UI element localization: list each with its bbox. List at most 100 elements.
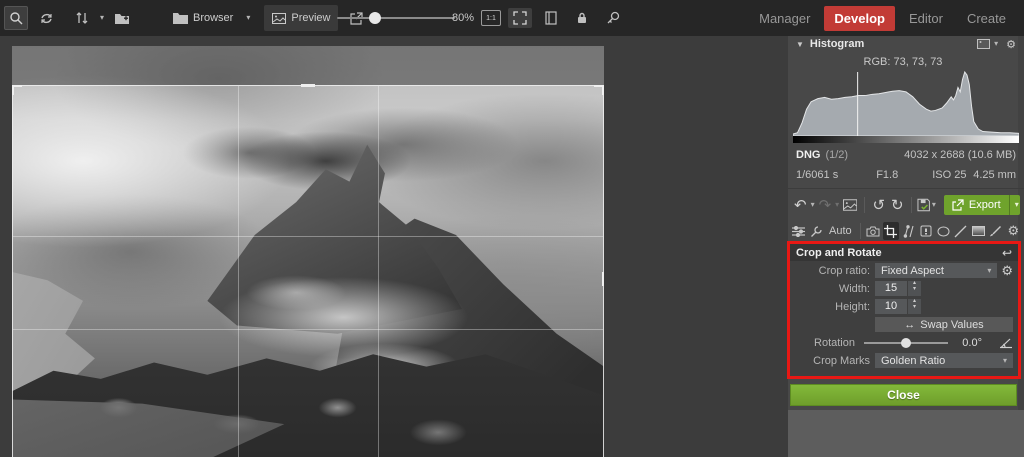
fit-screen-icon[interactable] (508, 8, 532, 28)
zoom-level-value: 80% (452, 12, 474, 24)
histogram-header[interactable]: ▼ Histogram ▾ ⚙ (788, 36, 1024, 52)
preview-tab[interactable]: Preview (264, 5, 338, 31)
crop-marks-select[interactable]: Golden Ratio ▾ (875, 353, 1013, 368)
chevron-down-icon: ▾ (987, 267, 991, 275)
file-format: DNG (796, 149, 820, 161)
rotation-slider[interactable] (864, 342, 948, 344)
preview-label: Preview (291, 12, 330, 24)
browser-tab[interactable]: Browser ▾ (165, 5, 258, 31)
crop-gridline-vertical-2 (378, 86, 379, 457)
height-stepper[interactable]: ▴ ▾ (908, 299, 921, 314)
tab-manager[interactable]: Manager (749, 6, 820, 31)
zoom-slider-handle[interactable] (369, 12, 381, 24)
width-row: Width: 15 ▴ ▾ (790, 280, 1018, 297)
iso: ISO 25 (932, 169, 966, 181)
collapse-triangle-icon[interactable]: ▼ (796, 40, 804, 49)
chevron-down-icon[interactable]: ▾ (835, 201, 839, 209)
crop-handle-right-middle[interactable] (602, 272, 604, 286)
linear-filter-icon[interactable] (953, 222, 969, 240)
histogram-graph (793, 70, 1019, 136)
chevron-down-icon[interactable]: ▾ (932, 201, 936, 209)
rotation-label: Rotation (790, 337, 860, 349)
caret-down-icon[interactable]: ▾ (913, 307, 916, 313)
rotation-value: 0.0° (952, 337, 982, 349)
crop-box[interactable] (12, 85, 604, 457)
crop-outside-dim (12, 46, 604, 85)
export-button[interactable]: Export ▾ (944, 195, 1020, 215)
swap-icon: ↔ (904, 319, 915, 331)
zoom-slider[interactable] (337, 17, 455, 19)
histogram-display-icon[interactable] (977, 39, 990, 49)
compare-icon[interactable] (843, 199, 857, 211)
crop-panel-title: Crop and Rotate (796, 247, 882, 259)
crop-handle-top-center[interactable] (301, 84, 315, 87)
crop-gridline-vertical-1 (238, 86, 239, 457)
layout-icon[interactable] (539, 6, 563, 30)
save-icon[interactable] (917, 198, 930, 212)
frame-tool-icon[interactable] (918, 222, 934, 240)
export-options-caret[interactable]: ▾ (1009, 195, 1020, 215)
chevron-down-icon[interactable]: ▾ (246, 14, 250, 22)
rotate-left-icon[interactable]: ↺ (870, 198, 887, 213)
one-to-one-icon[interactable]: 1:1 (481, 10, 501, 26)
brush-tool-icon[interactable] (988, 222, 1004, 240)
develop-side-panel: ▼ Histogram ▾ ⚙ RGB: 73, 73, 73 DNG (1/2… (788, 36, 1024, 457)
camera-tool-icon[interactable] (866, 222, 882, 240)
chevron-down-icon[interactable]: ▾ (994, 40, 998, 48)
crop-handle-top-right[interactable] (602, 85, 604, 95)
rotation-slider-handle[interactable] (901, 338, 911, 348)
width-stepper[interactable]: ▴ ▾ (908, 281, 921, 296)
crop-ratio-settings-icon[interactable]: ⚙ (1001, 263, 1013, 279)
lock-icon[interactable] (570, 6, 594, 30)
straighten-tool-icon[interactable] (901, 222, 917, 240)
adjustments-icon[interactable] (791, 222, 807, 240)
file-dimensions: 4032 x 2688 (10.6 MB) (904, 149, 1016, 161)
crop-ratio-select[interactable]: Fixed Aspect ▾ (875, 263, 997, 278)
crop-handle-top-left[interactable] (12, 85, 14, 95)
width-label: Width: (790, 283, 875, 295)
crop-panel-titlebar: Crop and Rotate ↩ (790, 244, 1018, 261)
crop-marks-value: Golden Ratio (881, 355, 945, 367)
zoom-tool-icon[interactable] (4, 6, 28, 30)
tool-settings-icon[interactable]: ⚙ (1006, 222, 1022, 240)
chevron-down-icon[interactable]: ▾ (100, 14, 104, 22)
crop-marks-label: Crop Marks (790, 355, 875, 367)
swap-row: ↔ Swap Values (790, 316, 1018, 333)
crop-ratio-value: Fixed Aspect (881, 265, 944, 277)
tone-gradient-bar (793, 136, 1019, 143)
tab-create[interactable]: Create (957, 6, 1016, 31)
tab-editor[interactable]: Editor (899, 6, 953, 31)
sort-icon[interactable] (70, 6, 94, 30)
crop-and-rotate-panel: Crop and Rotate ↩ Crop ratio: Fixed Aspe… (787, 241, 1021, 379)
photo-preview[interactable] (12, 46, 604, 457)
crop-ratio-row: Crop ratio: Fixed Aspect ▾ ⚙ (790, 262, 1018, 279)
radial-filter-icon[interactable] (936, 222, 952, 240)
histogram-settings-icon[interactable]: ⚙ (1006, 38, 1016, 51)
rgb-readout: RGB: 73, 73, 73 (788, 56, 1018, 68)
gradient-filter-icon[interactable] (971, 222, 987, 240)
tab-develop[interactable]: Develop (824, 6, 895, 31)
level-tool-icon[interactable] (999, 337, 1013, 349)
undo-icon[interactable]: ↶ (792, 198, 809, 213)
folder-icon (173, 12, 188, 24)
close-button[interactable]: Close (790, 384, 1017, 406)
focal-length: 4.25 mm (973, 169, 1016, 181)
width-input[interactable]: 15 (875, 281, 907, 296)
swap-values-button[interactable]: ↔ Swap Values (875, 317, 1013, 332)
panel-footer (788, 410, 1024, 457)
caret-down-icon[interactable]: ▾ (913, 289, 916, 295)
rotate-right-icon[interactable]: ↻ (889, 198, 906, 213)
refresh-icon[interactable] (34, 6, 58, 30)
redo-icon[interactable]: ↷ (817, 198, 834, 213)
auto-button[interactable]: Auto (826, 225, 855, 237)
height-input[interactable]: 10 (875, 299, 907, 314)
browser-label: Browser (193, 12, 233, 24)
chevron-down-icon[interactable]: ▾ (811, 201, 815, 209)
reset-return-icon[interactable]: ↩ (1002, 246, 1012, 260)
top-toolbar: ▾ Browser ▾ Preview 80% (0, 0, 1024, 36)
zoom-lock-icon[interactable] (601, 6, 625, 30)
swap-values-label: Swap Values (920, 319, 983, 331)
quick-fix-icon[interactable] (809, 222, 825, 240)
folder-add-icon[interactable] (110, 6, 134, 30)
crop-tool-icon[interactable] (883, 222, 899, 240)
